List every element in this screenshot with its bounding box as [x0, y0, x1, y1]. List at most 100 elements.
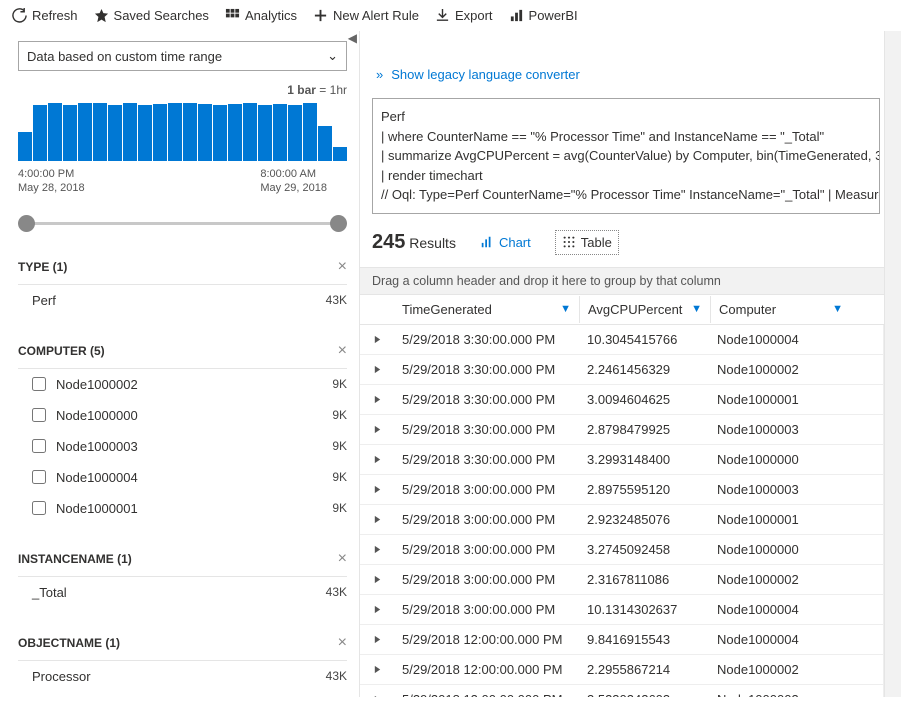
table-row[interactable]: 5/29/2018 3:30:00.000 PM2.8798479925Node… [360, 415, 883, 445]
facet-item[interactable]: Processor43K [18, 661, 347, 692]
expand-row-button[interactable] [360, 475, 394, 504]
facet-item[interactable]: Perf43K [18, 285, 347, 316]
table-row[interactable]: 5/29/2018 3:30:00.000 PM10.3045415766Nod… [360, 325, 883, 355]
column-avgcpupercent[interactable]: AvgCPUPercent ▼ [580, 295, 710, 324]
facet-checkbox[interactable] [32, 439, 46, 453]
table-row[interactable]: 5/29/2018 3:30:00.000 PM2.2461456329Node… [360, 355, 883, 385]
histogram-bar[interactable] [63, 105, 77, 161]
facet-group: OBJECTNAME (1)×Processor43K [18, 634, 347, 692]
histogram-bar[interactable] [78, 103, 92, 161]
histogram-bar[interactable] [93, 103, 107, 161]
histogram-bar[interactable] [333, 147, 347, 161]
powerbi-button[interactable]: PowerBI [509, 8, 578, 23]
column-timegenerated[interactable]: TimeGenerated ▼ [394, 295, 579, 324]
slider-thumb-start[interactable] [18, 215, 35, 232]
expand-row-button[interactable] [360, 445, 394, 474]
expand-row-button[interactable] [360, 685, 394, 698]
expand-row-button[interactable] [360, 565, 394, 594]
facet-group: COMPUTER (5)×Node10000029KNode10000009KN… [18, 342, 347, 524]
refresh-icon [12, 8, 27, 23]
expand-row-button[interactable] [360, 625, 394, 654]
histogram-bar[interactable] [303, 103, 317, 161]
histogram-bar[interactable] [198, 104, 212, 161]
expand-row-button[interactable] [360, 505, 394, 534]
saved-searches-button[interactable]: Saved Searches [94, 8, 209, 23]
facet-item[interactable]: Node10000019K [18, 493, 347, 524]
sidebar: ◀ Data based on custom time range ⌄ 1 ba… [0, 31, 360, 697]
histogram-bar[interactable] [243, 103, 257, 161]
facet-checkbox[interactable] [32, 501, 46, 515]
histogram-bar[interactable] [228, 104, 242, 161]
time-slider[interactable] [18, 210, 347, 240]
histogram-bar[interactable] [153, 104, 167, 161]
histogram-bar[interactable] [48, 103, 62, 161]
expand-row-button[interactable] [360, 325, 394, 354]
table-row[interactable]: 5/29/2018 3:00:00.000 PM3.2745092458Node… [360, 535, 883, 565]
close-icon[interactable]: × [338, 634, 347, 652]
expand-row-button[interactable] [360, 385, 394, 414]
facet-item[interactable]: _Total43K [18, 577, 347, 608]
table-row[interactable]: 5/29/2018 12:00:00.000 PM2.2955867214Nod… [360, 655, 883, 685]
expand-row-button[interactable] [360, 535, 394, 564]
histogram-bar[interactable] [168, 103, 182, 161]
timerange-dropdown[interactable]: Data based on custom time range ⌄ [18, 41, 347, 71]
time-histogram[interactable] [18, 101, 347, 161]
expand-row-button[interactable] [360, 355, 394, 384]
legacy-converter-link[interactable]: » Show legacy language converter [376, 67, 884, 82]
histogram-bar[interactable] [318, 126, 332, 161]
facet-checkbox[interactable] [32, 470, 46, 484]
facet-header: TYPE (1)× [18, 258, 347, 285]
histogram-bar[interactable] [138, 105, 152, 161]
filter-icon[interactable]: ▼ [560, 303, 571, 315]
expand-row-button[interactable] [360, 595, 394, 624]
histogram-bar[interactable] [213, 105, 227, 161]
bar-legend: 1 bar = 1hr [18, 83, 347, 97]
expand-row-button[interactable] [360, 415, 394, 444]
star-icon [94, 8, 109, 23]
table-row[interactable]: 5/29/2018 3:00:00.000 PM2.9232485076Node… [360, 505, 883, 535]
table-row[interactable]: 5/29/2018 12:00:00.000 PM3.5230242603Nod… [360, 685, 883, 698]
scrollbar[interactable] [884, 31, 901, 697]
facet-checkbox[interactable] [32, 408, 46, 422]
facet-item[interactable]: Node10000049K [18, 462, 347, 493]
double-chevron-icon: » [376, 67, 383, 82]
histogram-bar[interactable] [273, 104, 287, 161]
table-row[interactable]: 5/29/2018 3:00:00.000 PM10.1314302637Nod… [360, 595, 883, 625]
facet-item[interactable]: Node10000039K [18, 431, 347, 462]
table-row[interactable]: 5/29/2018 12:00:00.000 PM9.8416915543Nod… [360, 625, 883, 655]
histogram-bar[interactable] [183, 103, 197, 161]
table-row[interactable]: 5/29/2018 3:30:00.000 PM3.2993148400Node… [360, 445, 883, 475]
expand-row-button[interactable] [360, 655, 394, 684]
tab-chart[interactable]: Chart [474, 231, 537, 254]
collapse-sidebar-button[interactable]: ◀ [348, 31, 357, 45]
facet-item[interactable]: Node10000029K [18, 369, 347, 400]
table-row[interactable]: 5/29/2018 3:00:00.000 PM2.8975595120Node… [360, 475, 883, 505]
group-by-hint[interactable]: Drag a column header and drop it here to… [360, 267, 884, 295]
filter-icon[interactable]: ▼ [691, 303, 702, 315]
table-row[interactable]: 5/29/2018 3:00:00.000 PM2.3167811086Node… [360, 565, 883, 595]
table-row[interactable]: 5/29/2018 3:30:00.000 PM3.0094604625Node… [360, 385, 883, 415]
histogram-bar[interactable] [258, 105, 272, 161]
facet-header: INSTANCENAME (1)× [18, 550, 347, 577]
filter-icon[interactable]: ▼ [832, 303, 843, 315]
slider-thumb-end[interactable] [330, 215, 347, 232]
histogram-bar[interactable] [108, 105, 122, 161]
query-editor[interactable]: Perf | where CounterName == "% Processor… [372, 98, 880, 214]
close-icon[interactable]: × [338, 258, 347, 276]
histogram-bar[interactable] [33, 105, 47, 161]
refresh-button[interactable]: Refresh [12, 8, 78, 23]
new-alert-button[interactable]: New Alert Rule [313, 8, 419, 23]
close-icon[interactable]: × [338, 550, 347, 568]
histogram-bar[interactable] [123, 103, 137, 161]
export-button[interactable]: Export [435, 8, 493, 23]
facet-item[interactable]: Node10000009K [18, 400, 347, 431]
histogram-bar[interactable] [288, 105, 302, 161]
content: » Show legacy language converter Perf | … [360, 31, 884, 697]
column-computer[interactable]: Computer ▼ [711, 295, 851, 324]
tab-table[interactable]: Table [555, 230, 619, 255]
histogram-bar[interactable] [18, 132, 32, 161]
facet-checkbox[interactable] [32, 377, 46, 391]
table-body: 5/29/2018 3:30:00.000 PM10.3045415766Nod… [360, 325, 884, 698]
close-icon[interactable]: × [338, 342, 347, 360]
analytics-button[interactable]: Analytics [225, 8, 297, 23]
